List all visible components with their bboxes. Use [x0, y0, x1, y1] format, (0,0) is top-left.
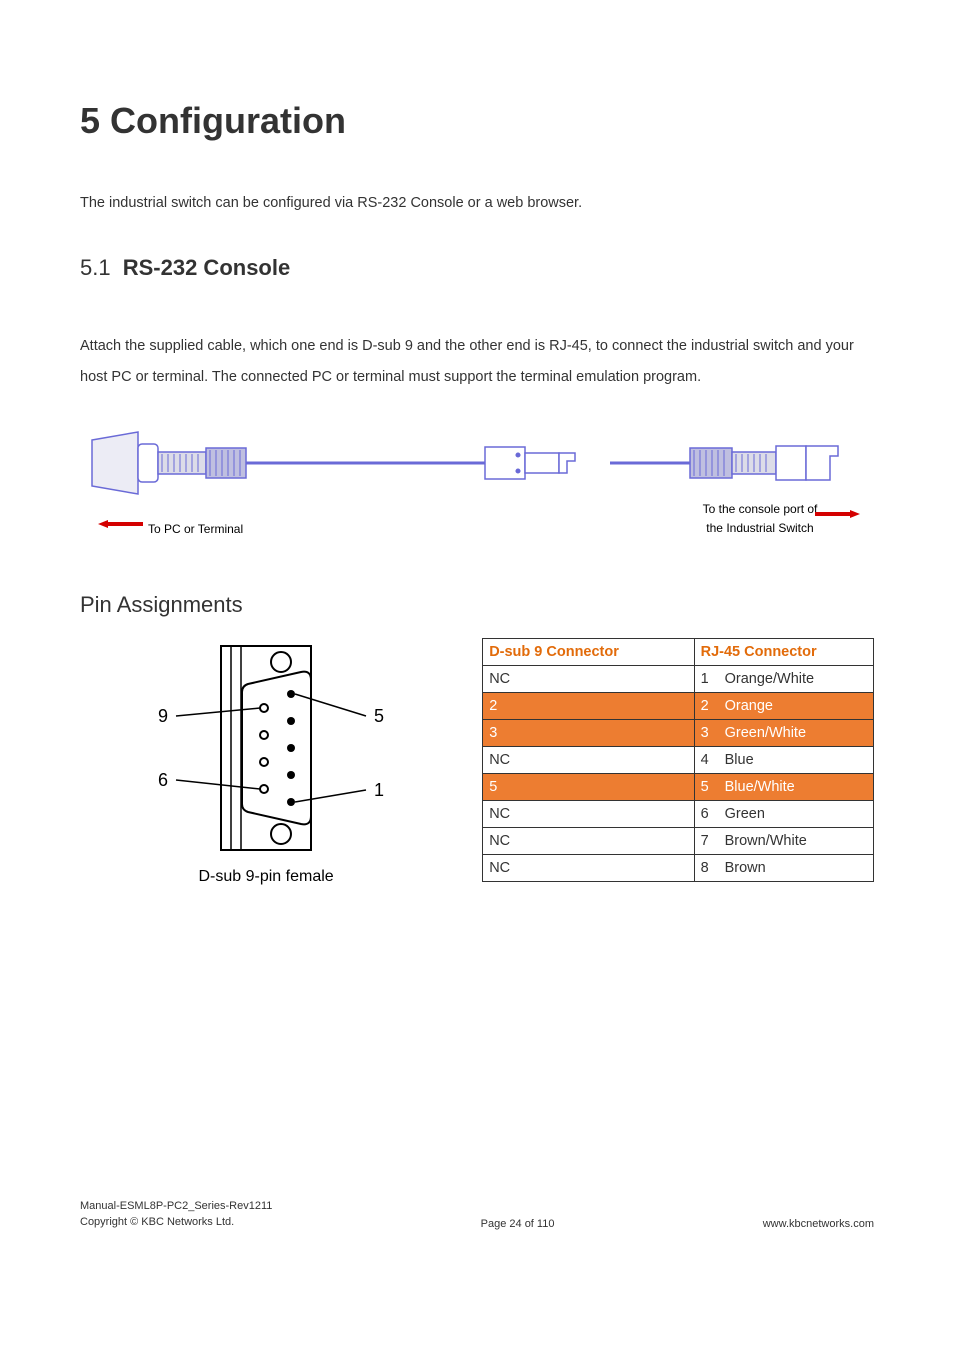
table-row: NC 1 Orange/White: [483, 666, 874, 693]
cell-left: NC: [483, 747, 694, 774]
section-heading: 5.1 RS-232 Console: [80, 255, 874, 281]
cell-left: NC: [483, 855, 694, 882]
chapter-title: Configuration: [110, 100, 346, 141]
dsub-caption: D-sub 9-pin female: [80, 868, 452, 886]
table-row: 3 3 Green/White: [483, 720, 874, 747]
cell-color: Green/White: [719, 720, 874, 747]
cell-color: Orange/White: [719, 666, 874, 693]
arrow-right-icon: [815, 510, 860, 518]
footer-left: Manual-ESML8P-PC2_Series-Rev1211 Copyrig…: [80, 1199, 272, 1230]
diagram-right-label-line2: the Industrial Switch: [706, 521, 813, 535]
diagram-right-label-line1: To the console port of: [703, 502, 818, 516]
header-dsub: D-sub 9 Connector: [483, 639, 694, 666]
cell-color: Orange: [719, 693, 874, 720]
diagram-right-label: To the console port of the Industrial Sw…: [670, 500, 850, 538]
footer-url: www.kbcnetworks.com: [763, 1218, 874, 1230]
cell-num: 8: [694, 855, 719, 882]
footer-page-number: Page 24 of 110: [272, 1218, 762, 1230]
table-row: NC 4 Blue: [483, 747, 874, 774]
dsub-pin-1: 1: [374, 780, 384, 800]
dsub-pin-6: 6: [158, 770, 168, 790]
table-header-row: D-sub 9 Connector RJ-45 Connector: [483, 639, 874, 666]
dsub-diagram-block: 9 6 5 1 D-sub 9-pin female: [80, 638, 452, 886]
cell-left: 2: [483, 693, 694, 720]
cell-num: 2: [694, 693, 719, 720]
page-footer: Manual-ESML8P-PC2_Series-Rev1211 Copyrig…: [80, 1199, 874, 1230]
arrow-left-icon: [98, 520, 143, 528]
cell-left: NC: [483, 801, 694, 828]
cell-num: 7: [694, 828, 719, 855]
cell-num: 5: [694, 774, 719, 801]
chapter-number: 5: [80, 100, 100, 141]
cell-color: Blue: [719, 747, 874, 774]
chapter-heading: 5 Configuration: [80, 100, 874, 142]
cell-color: Green: [719, 801, 874, 828]
diagram-left-label: To PC or Terminal: [148, 522, 243, 536]
footer-doc-id: Manual-ESML8P-PC2_Series-Rev1211: [80, 1200, 272, 1212]
table-row: 2 2 Orange: [483, 693, 874, 720]
cell-left: 5: [483, 774, 694, 801]
cell-num: 6: [694, 801, 719, 828]
pin-assignments-row: 9 6 5 1 D-sub 9-pin female D-sub 9 Conne…: [80, 638, 874, 886]
table-row: NC 6 Green: [483, 801, 874, 828]
cell-num: 3: [694, 720, 719, 747]
cell-color: Blue/White: [719, 774, 874, 801]
dsub-pin-9: 9: [158, 706, 168, 726]
page-container: 5 Configuration The industrial switch ca…: [0, 0, 954, 1350]
section-title: RS-232 Console: [123, 255, 291, 280]
table-row: 5 5 Blue/White: [483, 774, 874, 801]
cell-left: NC: [483, 666, 694, 693]
cell-num: 1: [694, 666, 719, 693]
cell-color: Brown: [719, 855, 874, 882]
intro-paragraph: The industrial switch can be configured …: [80, 192, 874, 215]
pin-assignment-table: D-sub 9 Connector RJ-45 Connector NC 1 O…: [482, 638, 874, 882]
table-row: NC 8 Brown: [483, 855, 874, 882]
header-rj45: RJ-45 Connector: [694, 639, 873, 666]
section-paragraph: Attach the supplied cable, which one end…: [80, 331, 874, 392]
cable-diagram: To PC or Terminal To the console port of…: [80, 422, 860, 552]
pin-assignments-heading: Pin Assignments: [80, 592, 874, 618]
footer-copyright: Copyright © KBC Networks Ltd.: [80, 1216, 234, 1228]
cell-left: NC: [483, 828, 694, 855]
cell-num: 4: [694, 747, 719, 774]
section-number: 5.1: [80, 255, 111, 280]
table-row: NC 7 Brown/White: [483, 828, 874, 855]
dsub-connector-svg: 9 6 5 1: [116, 638, 416, 858]
cell-left: 3: [483, 720, 694, 747]
dsub-pin-5: 5: [374, 706, 384, 726]
cell-color: Brown/White: [719, 828, 874, 855]
